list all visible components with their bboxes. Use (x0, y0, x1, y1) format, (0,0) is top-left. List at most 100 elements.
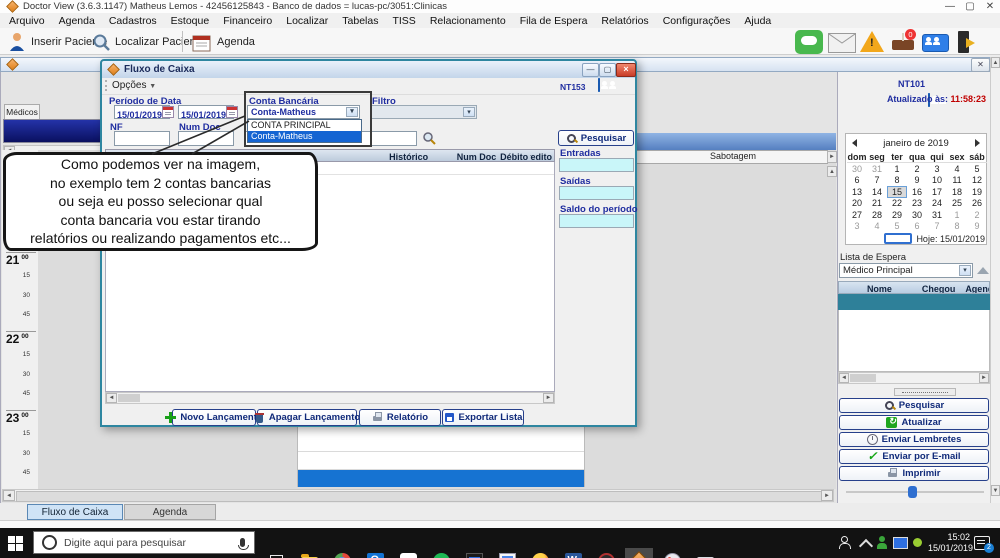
panel-collapse-icon[interactable] (977, 267, 989, 274)
calendar-day-26[interactable]: 26 (967, 198, 987, 209)
column-header-historico[interactable]: Histórico (365, 150, 453, 162)
panel-splitter[interactable] (894, 388, 956, 396)
calendar-day-1[interactable]: 1 (947, 209, 967, 220)
wait-list-scrollbar[interactable]: ◄ ► (838, 372, 990, 384)
calendar-day-1[interactable]: 1 (887, 163, 907, 174)
calendar-day-20[interactable]: 20 (847, 198, 867, 209)
chat-icon[interactable] (795, 30, 823, 54)
taskbar-icon-file-explorer[interactable] (295, 548, 323, 558)
calendar-day-19[interactable]: 19 (967, 186, 987, 198)
window-maximize-button[interactable]: ▢ (960, 1, 980, 13)
scroll-left-arrow-icon[interactable]: ◄ (3, 490, 15, 501)
calendar-day-16[interactable]: 16 (907, 186, 927, 198)
column-scroll-right-icon[interactable]: ► (827, 151, 837, 163)
menu-item-cadastros[interactable]: Cadastros (102, 14, 164, 28)
localizar-paciente-button[interactable]: Localizar Paciente (92, 31, 205, 53)
dialog-titlebar[interactable]: Fluxo de Caixa (102, 61, 635, 79)
search-glass-icon[interactable] (422, 131, 436, 145)
taskbar-icon-spotify[interactable] (427, 548, 455, 558)
novo-lancamento-button[interactable]: Novo Lançamento (165, 409, 263, 426)
taskbar-icon-firebird[interactable] (526, 548, 554, 558)
calendar-day-23[interactable]: 23 (907, 198, 927, 209)
taskbar-search-input[interactable]: Digite aqui para pesquisar (33, 531, 255, 554)
taskbar-clock[interactable]: 15:02 15/01/2019 (928, 532, 973, 554)
tray-status-dot-icon[interactable] (913, 538, 922, 547)
tab-fluxo-de-caixa[interactable]: Fluxo de Caixa (27, 504, 123, 520)
alert-icon[interactable]: ! (860, 31, 884, 52)
date-from-field[interactable]: 15/01/2019 (114, 105, 175, 120)
calendar-day-13[interactable]: 13 (847, 186, 867, 198)
taskbar-icon-printer-tool[interactable] (691, 548, 719, 558)
calendar-day-18[interactable]: 18 (947, 186, 967, 198)
scrollbar-thumb[interactable] (118, 394, 140, 402)
scroll-left-arrow-icon[interactable]: ◄ (106, 393, 117, 403)
calendar-day-7[interactable]: 7 (867, 174, 887, 185)
menu-item-financeiro[interactable]: Financeiro (216, 14, 279, 28)
calendar-day-5[interactable]: 5 (887, 221, 907, 232)
calendar-day-28[interactable]: 28 (867, 209, 887, 220)
scroll-left-arrow-icon[interactable]: ◄ (839, 373, 849, 383)
chevron-down-icon[interactable] (463, 107, 475, 117)
calendar-day-2[interactable]: 2 (907, 163, 927, 174)
enviar-lembretes-button[interactable]: Enviar Lembretes (839, 432, 989, 447)
taskbar-icon-notes[interactable] (493, 548, 521, 558)
calendar-day-12[interactable]: 12 (967, 174, 987, 185)
medicos-tab[interactable]: Médicos (4, 104, 40, 119)
enviar-por-e-mail-button[interactable]: Enviar por E-mail (839, 449, 989, 464)
dialog-contacts-icon[interactable] (598, 78, 600, 92)
taskbar-icon-tsys[interactable] (460, 548, 488, 558)
calendar-day-21[interactable]: 21 (867, 198, 887, 209)
numdoc-field[interactable] (178, 131, 234, 146)
exportar-lista-button[interactable]: Exportar Lista (442, 409, 524, 426)
column-header-num-doc[interactable]: Num Doc (452, 150, 498, 162)
conta-option-conta-principal[interactable]: CONTA PRINCIPAL (248, 120, 361, 131)
conta-option-conta-matheus[interactable]: Conta-Matheus (248, 131, 361, 142)
taskbar-icon-outlook[interactable] (361, 548, 389, 558)
window-close-button[interactable]: ✕ (980, 1, 1000, 13)
atualizar-button[interactable]: Atualizar (839, 415, 989, 430)
agenda-h-scrollbar[interactable]: ◄ ► (2, 489, 834, 502)
calendar-today-row[interactable]: Hoje: 15/01/2019 (847, 233, 989, 244)
scrollbar-thumb[interactable] (850, 374, 876, 382)
agenda-button[interactable]: Agenda (192, 31, 255, 53)
start-button[interactable] (8, 536, 23, 551)
wait-list-column-nome[interactable]: Nome (839, 282, 920, 294)
menu-item-arquivo[interactable]: Arquivo (2, 14, 52, 28)
scroll-up-arrow-icon[interactable]: ▲ (991, 57, 1000, 68)
lista-espera-select[interactable]: Médico Principal (839, 263, 973, 278)
menu-item-ajuda[interactable]: Ajuda (737, 14, 778, 28)
column-header-debito[interactable]: Débito (498, 150, 530, 162)
menu-item-agenda[interactable]: Agenda (52, 14, 102, 28)
calendar-day-29[interactable]: 29 (887, 209, 907, 220)
calendar-day-6[interactable]: 6 (847, 174, 867, 185)
dialog-h-scrollbar[interactable]: ◄ ► (105, 392, 555, 404)
calendar-day-31[interactable]: 31 (867, 163, 887, 174)
taskbar-icon-nexus[interactable] (592, 548, 620, 558)
contacts-icon[interactable] (922, 34, 949, 52)
wait-list-selected-row[interactable] (838, 294, 990, 310)
saldo-field[interactable] (559, 214, 634, 228)
taskbar-icon-task-view[interactable] (262, 548, 290, 558)
tab-agenda[interactable]: Agenda (124, 504, 216, 520)
calendar-day-9[interactable]: 9 (967, 221, 987, 232)
date-to-field[interactable]: 15/01/2019 (178, 105, 239, 120)
dialog-close-button[interactable]: × (616, 63, 636, 77)
date-picker-icon[interactable] (162, 106, 175, 118)
right-scrollbar[interactable]: ▲ ▼ (990, 57, 1000, 503)
calendar-day-27[interactable]: 27 (847, 209, 867, 220)
entradas-field[interactable] (559, 158, 634, 172)
menu-item-fila-de-espera[interactable]: Fila de Espera (513, 14, 595, 28)
scroll-right-arrow-icon[interactable]: ► (979, 373, 989, 383)
wait-list-column-agend[interactable]: Agend (963, 282, 989, 294)
agenda-day-cells[interactable] (297, 427, 585, 487)
calendar-day-24[interactable]: 24 (927, 198, 947, 209)
birthday-icon[interactable]: 0 (891, 29, 916, 51)
pesquisar-button[interactable]: Pesquisar (558, 130, 634, 146)
menu-item-tabelas[interactable]: Tabelas (335, 14, 385, 28)
dialog-minimize-button[interactable]: — (582, 63, 599, 77)
calendar-day-14[interactable]: 14 (867, 186, 887, 198)
dialog-maximize-button[interactable]: ▢ (599, 63, 616, 77)
scrollbar-thumb[interactable] (16, 491, 822, 502)
menu-item-configuracoes[interactable]: Configurações (656, 14, 738, 28)
calendar-day-31[interactable]: 31 (927, 209, 947, 220)
